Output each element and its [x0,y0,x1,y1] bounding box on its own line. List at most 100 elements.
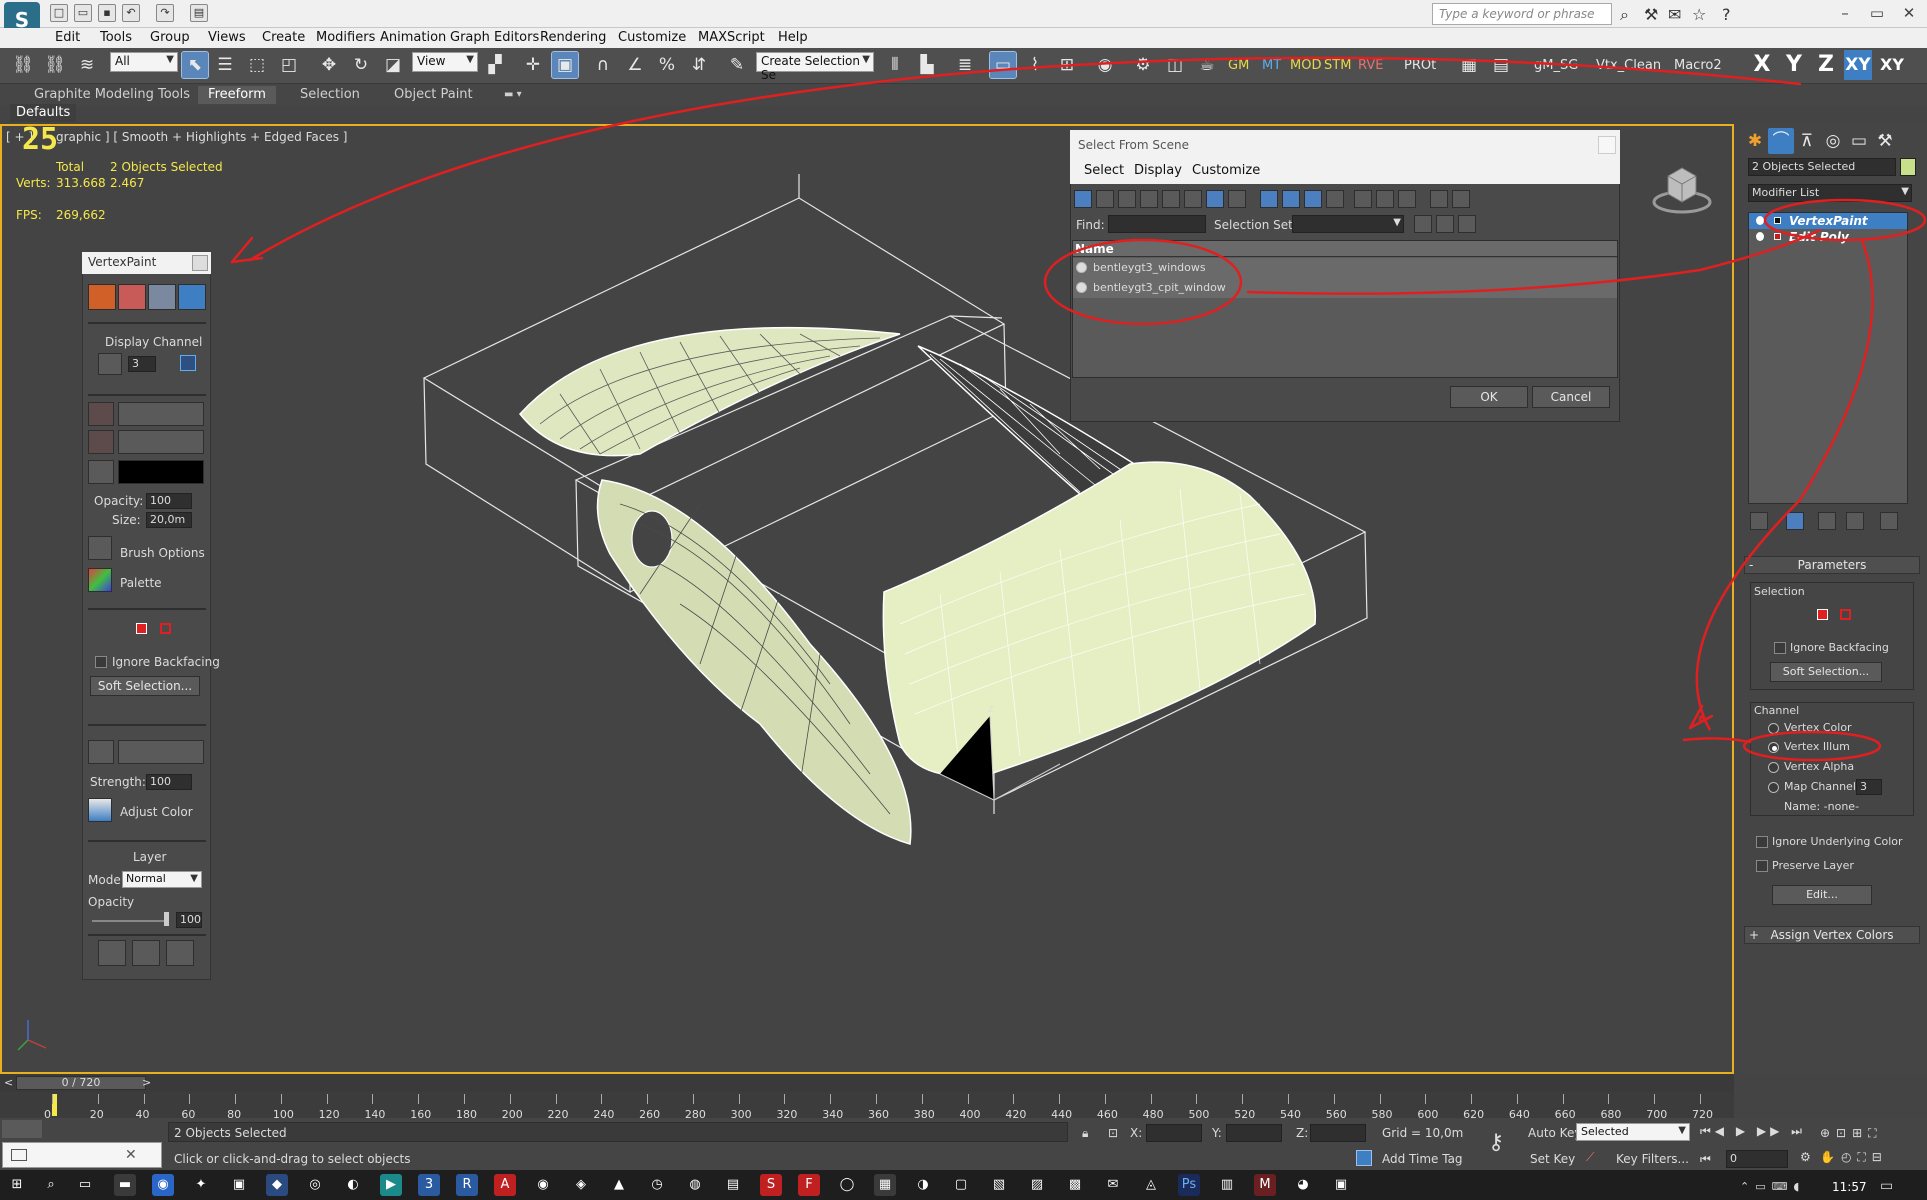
preserve-layer-checkbox[interactable] [1756,860,1768,872]
y-coord-input[interactable] [1226,1124,1282,1142]
vertex-selection-icon[interactable] [1817,609,1828,620]
taskbar-app-icon[interactable]: ▣ [1330,1174,1352,1196]
configure-modifier-sets-icon[interactable] [1880,512,1898,530]
subscription-icon[interactable]: ⚒ [1644,5,1658,24]
blur-all-icon[interactable] [118,740,204,764]
face-selection-icon[interactable] [1840,609,1851,620]
list-item[interactable]: bentleygt3_cpit_window [1073,278,1617,298]
utilities-panel-icon[interactable]: ⚒ [1872,128,1898,154]
percent-snap-icon[interactable]: % [654,52,680,78]
object-name-field[interactable]: 2 Objects Selected [1748,158,1896,176]
layer-opacity-slider-handle[interactable] [164,912,169,926]
menu-create[interactable]: Create [262,28,305,48]
parameters-rollout-header[interactable]: - Parameters [1744,556,1920,574]
3dsmax-icon[interactable]: M [1254,1174,1276,1196]
menu-tools[interactable]: Tools [100,28,132,48]
schematic-view-icon[interactable]: ⊞ [1054,52,1080,78]
display-channel-lock-icon[interactable] [180,355,196,371]
tab-object-paint[interactable]: Object Paint [384,86,483,104]
list-item[interactable]: bentleygt3_windows [1073,258,1617,278]
viewport-navigation-controls-2[interactable]: ✋◴⛶⊟ [1820,1150,1888,1165]
save-icon[interactable]: ▪ [98,4,116,22]
taskbar-app-icon[interactable]: ◕ [1292,1174,1314,1196]
map-channel-spinner[interactable]: 3 [1856,779,1882,795]
system-tray-icons[interactable]: ⌃▭⌨◖ [1740,1180,1805,1193]
axis-x-button[interactable]: X [1748,50,1776,80]
motion-panel-icon[interactable]: ◎ [1820,128,1846,154]
bind-spacewarp-icon[interactable]: ≋ [74,52,100,78]
menu-edit[interactable]: Edit [55,28,80,48]
pin-stack-icon[interactable] [1750,512,1768,530]
strength-spinner[interactable]: 100 [146,774,192,790]
erase-all-icon[interactable] [88,430,114,454]
script-button-prot[interactable]: PROt [1404,58,1436,73]
select-manipulate-icon[interactable]: ✛ [520,52,546,78]
paint-brush-icon[interactable] [118,402,204,426]
add-to-selection-set-icon[interactable] [1436,215,1454,233]
time-slider-handle[interactable]: 0 / 720 [16,1076,146,1090]
select-object-icon[interactable]: ⬉ [181,51,209,79]
taskbar-app-icon[interactable]: ▩ [1064,1174,1086,1196]
rendered-frame-window-icon[interactable]: ◫ [1162,52,1188,78]
select-invert-icon[interactable] [1398,190,1416,208]
z-coord-input[interactable] [1310,1124,1366,1142]
taskbar-search-icon[interactable]: ⌕ [40,1174,62,1196]
ignore-underlying-color-checkbox[interactable] [1756,836,1768,848]
axis-xy-cycle-button[interactable]: XY [1878,50,1906,80]
stack-item-toggle-icon[interactable] [1774,233,1781,240]
create-selection-set-icon[interactable] [1414,215,1432,233]
current-frame-input[interactable]: 0 [1726,1150,1788,1168]
size-spinner[interactable]: 20,0m [146,512,192,528]
toggle-texture-display-icon[interactable] [178,284,206,310]
display-xrefs-icon[interactable] [1228,190,1246,208]
angle-snap-icon[interactable]: ∠ [622,52,648,78]
display-groups-icon[interactable] [1206,190,1224,208]
keyboard-shortcut-override-icon[interactable]: ▣ [551,51,579,79]
file-explorer-icon[interactable]: ▬ [114,1174,136,1196]
taskbar-app-icon[interactable]: ◆ [266,1174,288,1196]
palette-icon[interactable]: ▤ [1488,52,1514,78]
scale-icon[interactable]: ◪ [380,52,406,78]
maximize-icon[interactable]: ▭ [1862,2,1892,24]
display-helpers-icon[interactable] [1162,190,1180,208]
stack-item-toggle-icon[interactable] [1774,217,1781,224]
taskbar-app-icon[interactable]: ▢ [950,1174,972,1196]
lightbulb-icon[interactable] [1756,232,1764,241]
menu-help[interactable]: Help [778,28,808,48]
listener-icon[interactable] [2,1120,42,1138]
script-button-stm[interactable]: STM [1324,58,1351,73]
ribbon-toggle-icon[interactable]: ▭ [989,51,1017,79]
render-setup-icon[interactable]: ⚙ [1130,52,1156,78]
brush-options-button[interactable]: Brush Options [120,546,205,560]
disable-vertex-color-display-icon[interactable] [148,284,176,310]
color-picker-icon[interactable] [88,460,114,484]
display-panel-icon[interactable]: ▭ [1846,128,1872,154]
taskbar-app-icon[interactable]: R [456,1174,478,1196]
close-icon[interactable]: ✕ [1894,2,1924,24]
key-filters-button[interactable]: Key Filters... [1616,1152,1689,1166]
taskbar-app-icon[interactable]: ▨ [1026,1174,1048,1196]
script-button-rve[interactable]: RVE [1358,58,1383,73]
dialog-menu-customize[interactable]: Customize [1192,163,1260,178]
blur-brush-icon[interactable] [88,740,114,764]
modify-panel-icon[interactable]: ⌒ [1768,128,1794,154]
mirror-icon[interactable]: ⫴ [882,52,908,78]
taskbar-app-icon[interactable]: ◷ [646,1174,668,1196]
select-all-icon[interactable] [1354,190,1372,208]
edit-named-selections-icon[interactable]: ✎ [724,52,750,78]
set-key-button[interactable]: Set Key [1530,1152,1575,1166]
taskbar-app-icon[interactable]: ✦ [190,1174,212,1196]
taskbar-app-icon[interactable]: ◐ [342,1174,364,1196]
menu-animation[interactable]: Animation [380,28,446,48]
make-unique-icon[interactable] [1818,512,1836,530]
undo-icon[interactable]: ↶ [122,4,140,22]
tab-freeform[interactable]: Freeform [198,86,276,104]
dialog-menu-display[interactable]: Display [1134,163,1182,178]
unlink-icon[interactable]: ⛓ [42,52,68,78]
find-input[interactable] [1108,215,1206,233]
soft-selection-button[interactable]: Soft Selection... [1770,662,1882,682]
layer-opacity-slider[interactable] [92,920,166,922]
cmd-icon[interactable]: ▣ [228,1174,250,1196]
key-mode-toggle-icon[interactable]: ⏮ [1700,1152,1711,1167]
photoshop-icon[interactable]: Ps [1178,1174,1200,1196]
